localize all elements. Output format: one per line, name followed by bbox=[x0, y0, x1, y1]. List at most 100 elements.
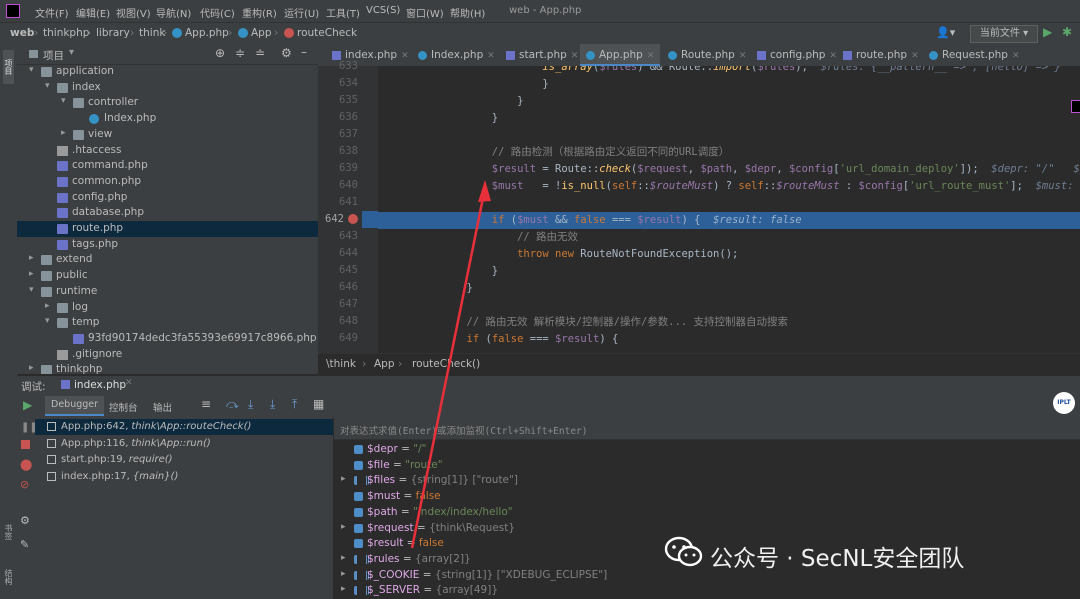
stop-icon[interactable] bbox=[21, 440, 30, 449]
stack-frame[interactable]: App.php:116, think\App::run() bbox=[35, 436, 333, 452]
step-over-icon[interactable]: ⤼ bbox=[226, 397, 239, 412]
close-icon[interactable]: ✕ bbox=[571, 51, 579, 61]
breadcrumb-app-file[interactable]: App.php bbox=[172, 27, 229, 39]
editor-tab[interactable]: App.php ✕ bbox=[580, 44, 660, 66]
menu-edit[interactable]: 编辑(E) bbox=[76, 5, 110, 20]
chevron-right-icon[interactable]: ▸ bbox=[341, 569, 346, 579]
chevron-down-icon[interactable]: ▾ bbox=[45, 316, 50, 326]
chevron-down-icon[interactable]: ▾ bbox=[69, 47, 74, 58]
run-icon[interactable]: ▶ bbox=[1043, 25, 1052, 39]
editor-tab[interactable]: Index.php ✕ bbox=[412, 44, 498, 66]
menu-view[interactable]: 视图(V) bbox=[116, 5, 151, 20]
run-config-select[interactable]: 当前文件 ▾ bbox=[970, 25, 1038, 43]
editor-crumb-namespace[interactable]: \think bbox=[326, 358, 356, 370]
tree-item[interactable]: ▾ temp bbox=[17, 315, 318, 331]
tree-item[interactable]: database.php bbox=[17, 205, 318, 221]
menu-window[interactable]: 窗口(W) bbox=[406, 5, 444, 20]
chevron-down-icon[interactable]: ▾ bbox=[29, 285, 34, 295]
menu-lines-icon[interactable]: ≡ bbox=[201, 397, 211, 411]
chevron-right-icon[interactable]: ▸ bbox=[341, 522, 346, 532]
editor-tab[interactable]: config.php ✕ bbox=[751, 44, 837, 66]
variable-row[interactable]: $depr = "/" bbox=[334, 442, 1080, 458]
minimize-icon[interactable]: – bbox=[301, 45, 307, 59]
table-icon[interactable]: ▦ bbox=[313, 397, 324, 411]
menu-vcs[interactable]: VCS(S) bbox=[366, 5, 400, 16]
menu-tools[interactable]: 工具(T) bbox=[326, 5, 360, 20]
close-icon[interactable]: ✕ bbox=[829, 51, 837, 61]
tree-item[interactable]: ▸ public bbox=[17, 268, 318, 284]
tree-item[interactable]: ▸ view bbox=[17, 127, 318, 143]
bookmarks-tool-button[interactable]: 书签 bbox=[3, 524, 14, 558]
project-tool-button[interactable]: 项目 bbox=[3, 50, 14, 84]
breadcrumb-think[interactable]: think bbox=[139, 27, 165, 39]
breadcrumb-library[interactable]: library bbox=[96, 27, 130, 39]
menu-navigate[interactable]: 导航(N) bbox=[156, 5, 191, 20]
stack-frame[interactable]: start.php:19, require() bbox=[35, 452, 333, 468]
tree-item[interactable]: ▸ log bbox=[17, 300, 318, 316]
project-panel-title[interactable]: 项目 bbox=[43, 48, 64, 63]
force-step-into-icon[interactable]: ⤓ bbox=[270, 397, 275, 412]
editor-tab[interactable]: Route.php ✕ bbox=[662, 44, 749, 66]
tree-item[interactable]: ▸ extend bbox=[17, 252, 318, 268]
close-icon[interactable]: ✕ bbox=[125, 378, 133, 388]
expand-all-icon[interactable]: ≑ bbox=[235, 46, 245, 60]
tree-item[interactable]: .htaccess bbox=[17, 143, 318, 159]
code-editor[interactable]: is_array($rules) && Route::import($rules… bbox=[378, 66, 1080, 353]
breadcrumb-project[interactable]: web bbox=[10, 27, 34, 39]
tree-item[interactable]: command.php bbox=[17, 158, 318, 174]
editor-crumb-method[interactable]: routeCheck() bbox=[412, 358, 480, 370]
chevron-right-icon[interactable]: ▸ bbox=[341, 584, 346, 594]
chevron-down-icon[interactable]: ▾ bbox=[61, 96, 66, 106]
tree-item[interactable]: ▾ application bbox=[17, 64, 318, 80]
mute-breakpoints-icon[interactable]: ⊘ bbox=[20, 478, 29, 491]
tree-item[interactable]: route.php bbox=[17, 221, 318, 237]
step-into-icon[interactable]: ⤓ bbox=[248, 397, 253, 412]
tree-item[interactable]: .gitignore bbox=[17, 347, 318, 363]
debug-icon[interactable]: ✱ bbox=[1062, 25, 1072, 39]
user-icon[interactable]: 👤▾ bbox=[936, 26, 955, 39]
editor-tab[interactable]: route.php ✕ bbox=[837, 44, 921, 66]
tree-item[interactable]: config.php bbox=[17, 190, 318, 206]
close-icon[interactable]: ✕ bbox=[739, 51, 747, 61]
variable-row[interactable]: $path = "index/index/hello" bbox=[334, 505, 1080, 521]
editor-tab[interactable]: start.php ✕ bbox=[500, 44, 578, 66]
close-icon[interactable]: ✕ bbox=[647, 51, 655, 61]
variable-row[interactable]: $file = "route" bbox=[334, 458, 1080, 474]
variable-row[interactable]: $must = false bbox=[334, 489, 1080, 505]
chevron-right-icon[interactable]: ▸ bbox=[29, 363, 34, 373]
close-icon[interactable]: ✕ bbox=[401, 51, 409, 61]
breadcrumb-thinkphp[interactable]: thinkphp bbox=[43, 27, 89, 39]
tab-output[interactable]: 输出 bbox=[153, 400, 172, 414]
chevron-right-icon[interactable]: ▸ bbox=[341, 474, 346, 484]
gear-icon[interactable]: ⚙ bbox=[20, 514, 30, 527]
locate-icon[interactable]: ⊕ bbox=[215, 46, 225, 60]
tab-console[interactable]: 控制台 bbox=[109, 400, 138, 414]
stack-frame[interactable]: App.php:642, think\App::routeCheck() bbox=[35, 419, 333, 435]
close-icon[interactable]: ✕ bbox=[911, 51, 919, 61]
chevron-down-icon[interactable]: ▾ bbox=[45, 81, 50, 91]
view-breakpoints-icon[interactable]: ⬤ bbox=[20, 458, 32, 471]
variable-row[interactable]: ▸ $_SERVER = {array[49]} bbox=[334, 583, 1080, 599]
tree-item[interactable]: Index.php bbox=[17, 111, 318, 127]
chevron-right-icon[interactable]: ▸ bbox=[341, 553, 346, 563]
gear-icon[interactable]: ⚙ bbox=[281, 46, 292, 60]
run-to-cursor-icon[interactable]: ⤒ bbox=[292, 397, 297, 412]
tree-item[interactable]: ▾ runtime bbox=[17, 284, 318, 300]
menu-help[interactable]: 帮助(H) bbox=[450, 5, 485, 20]
debug-session-tab[interactable]: index.php bbox=[74, 379, 126, 391]
close-icon[interactable]: ✕ bbox=[1012, 51, 1020, 61]
chevron-right-icon[interactable]: ▸ bbox=[45, 301, 50, 311]
breakpoint-icon[interactable] bbox=[348, 214, 358, 224]
tree-item[interactable]: ▾ index bbox=[17, 80, 318, 96]
menu-file[interactable]: 文件(F) bbox=[35, 5, 69, 20]
menu-run[interactable]: 运行(U) bbox=[284, 5, 319, 20]
menu-refactor[interactable]: 重构(R) bbox=[242, 5, 277, 20]
editor-crumb-class[interactable]: App bbox=[374, 358, 395, 370]
chevron-down-icon[interactable]: ▾ bbox=[29, 65, 34, 75]
stack-frame[interactable]: index.php:17, {main}() bbox=[35, 469, 333, 485]
menu-code[interactable]: 代码(C) bbox=[200, 5, 235, 20]
tree-item[interactable]: ▸ thinkphp bbox=[17, 362, 318, 374]
tree-item[interactable]: common.php bbox=[17, 174, 318, 190]
collapse-all-icon[interactable]: ≐ bbox=[255, 46, 265, 60]
tree-item[interactable]: ▾ controller bbox=[17, 95, 318, 111]
